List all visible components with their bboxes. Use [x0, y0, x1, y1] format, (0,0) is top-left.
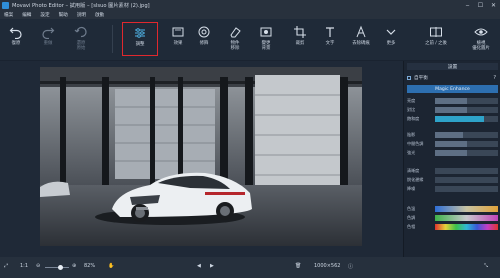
slider-hue[interactable]: 色相 [407, 223, 498, 231]
color-group: 色溫 色調 色相 [407, 205, 498, 232]
slider-fill [435, 150, 467, 156]
slider-track[interactable] [435, 107, 498, 113]
panel-header: 設置 [407, 63, 498, 70]
compare-icon [430, 27, 442, 37]
slider-track[interactable] [435, 116, 498, 122]
image-dimensions: 1000×562 [314, 263, 341, 269]
preview-button[interactable]: 檢視 優化圖片 [463, 22, 499, 56]
chevron-down-icon [386, 29, 396, 35]
retouch-icon [198, 26, 210, 38]
zoom-slider-handle[interactable] [58, 265, 63, 270]
slider-tint[interactable]: 色調 [407, 214, 498, 222]
menu-help[interactable]: 幫助 [59, 12, 68, 18]
slider-track[interactable] [435, 215, 498, 221]
menu-file[interactable]: 檔案 [4, 12, 13, 18]
slider-track[interactable] [435, 206, 498, 212]
slider-temperature[interactable]: 色溫 [407, 205, 498, 213]
slider-track[interactable] [435, 177, 498, 183]
slider-fill [435, 132, 464, 138]
slider-saturation[interactable]: 飽和度 [407, 115, 498, 123]
slider-sharpen[interactable]: 銳化邊緣 [407, 176, 498, 184]
status-bar: ⤢ 1:1 ⊖ ⊕ 82% ✋ ◀ ▶ 🗑 1000×562 ⓘ ⤡ [0, 257, 500, 278]
main-toolbar: 復原 重做 還原 原始 調整 效果 修飾 物件 移除 變更 背景 裁剪 文字 去… [0, 19, 500, 61]
revert-button[interactable]: 還原 原始 [68, 22, 94, 56]
auto-white-balance-checkbox[interactable] [407, 76, 411, 80]
eye-icon [474, 28, 488, 36]
slider-fill [435, 107, 467, 113]
adjust-button[interactable]: 調整 [122, 22, 158, 56]
eraser-icon [230, 27, 241, 38]
undo-button[interactable]: 復原 [3, 22, 29, 56]
slider-track[interactable] [435, 186, 498, 192]
zoom-out-icon[interactable]: ⊖ [36, 263, 40, 269]
slider-track[interactable] [435, 224, 498, 230]
help-icon[interactable]: ? [493, 75, 496, 81]
before-after-button[interactable]: 之前 / 之後 [418, 22, 454, 56]
fullscreen-icon[interactable]: ⤢ [4, 263, 8, 269]
menu-guide[interactable]: 說明 [77, 12, 86, 18]
zoom-slider[interactable] [45, 267, 69, 268]
slider-fill [435, 116, 485, 122]
redo-icon [42, 27, 55, 39]
effects-icon [172, 27, 184, 37]
more-button[interactable]: 更多 [373, 22, 409, 56]
toolbar-divider [112, 25, 113, 53]
minimize-button[interactable]: ‒ [461, 0, 474, 10]
slider-track[interactable] [435, 141, 498, 147]
menu-settings[interactable]: 設定 [40, 12, 49, 18]
redo-button[interactable]: 重做 [35, 22, 61, 56]
delete-icon[interactable]: 🗑 [295, 263, 301, 269]
menu-bar: 檔案 編輯 設定 幫助 說明 啟動 [0, 10, 500, 19]
background-icon [260, 27, 272, 37]
adjustments-panel: 設置 自平衡 ? Magic Enhance 亮度 對比 飽和度 陰影 中間色調… [403, 61, 500, 257]
tone-group: 亮度 對比 飽和度 [407, 97, 498, 124]
next-image-icon[interactable]: ▶ [210, 263, 214, 269]
slider-track[interactable] [435, 168, 498, 174]
slider-track[interactable] [435, 132, 498, 138]
slider-fill [435, 141, 467, 147]
slider-midtones[interactable]: 中間色調 [407, 140, 498, 148]
slider-contrast[interactable]: 對比 [407, 106, 498, 114]
title-bar: Movavi Photo Editor – 試用版 – [slsuo 圖片素材 … [0, 0, 500, 10]
detail-group: 清晰度 銳化邊緣 降噪 [407, 167, 498, 194]
slider-track[interactable] [435, 98, 498, 104]
car-showroom-photo [40, 67, 362, 246]
menu-edit[interactable]: 編輯 [22, 12, 31, 18]
slider-fill [435, 98, 467, 104]
fit-to-window-icon[interactable]: ⤡ [484, 263, 488, 269]
text-icon [326, 27, 334, 37]
photo-preview[interactable] [40, 67, 362, 246]
change-background-button[interactable]: 變更 背景 [248, 22, 284, 56]
revert-icon [74, 26, 87, 38]
watermark-icon [356, 25, 366, 38]
info-icon[interactable]: ⓘ [348, 263, 353, 270]
slider-brightness[interactable]: 亮度 [407, 97, 498, 105]
auto-white-balance-row[interactable]: 自平衡 ? [407, 74, 498, 82]
close-button[interactable]: ✕ [487, 0, 500, 10]
slider-denoise[interactable]: 降噪 [407, 185, 498, 193]
zoom-level: 82% [84, 263, 96, 269]
previous-image-icon[interactable]: ◀ [197, 263, 201, 269]
slider-shadows[interactable]: 陰影 [407, 131, 498, 139]
zoom-in-icon[interactable]: ⊕ [72, 263, 76, 269]
canvas-area[interactable] [0, 61, 403, 257]
app-logo-icon [2, 1, 9, 9]
hand-tool-icon[interactable]: ✋ [108, 263, 114, 269]
sliders-icon [135, 28, 145, 38]
window-title: Movavi Photo Editor – 試用版 – [slsuo 圖片素材 … [12, 2, 150, 9]
slider-track[interactable] [435, 150, 498, 156]
actual-size-button[interactable]: 1:1 [20, 263, 28, 269]
light-group: 陰影 中間色調 強光 [407, 131, 498, 158]
auto-white-balance-label: 自平衡 [414, 76, 428, 81]
menu-activate[interactable]: 啟動 [95, 12, 104, 18]
undo-icon [9, 27, 22, 39]
maximize-button[interactable]: ☐ [474, 0, 487, 10]
slider-clarity[interactable]: 清晰度 [407, 167, 498, 175]
magic-enhance-button[interactable]: Magic Enhance [407, 85, 498, 93]
crop-icon [294, 26, 306, 38]
slider-highlights[interactable]: 強光 [407, 149, 498, 157]
